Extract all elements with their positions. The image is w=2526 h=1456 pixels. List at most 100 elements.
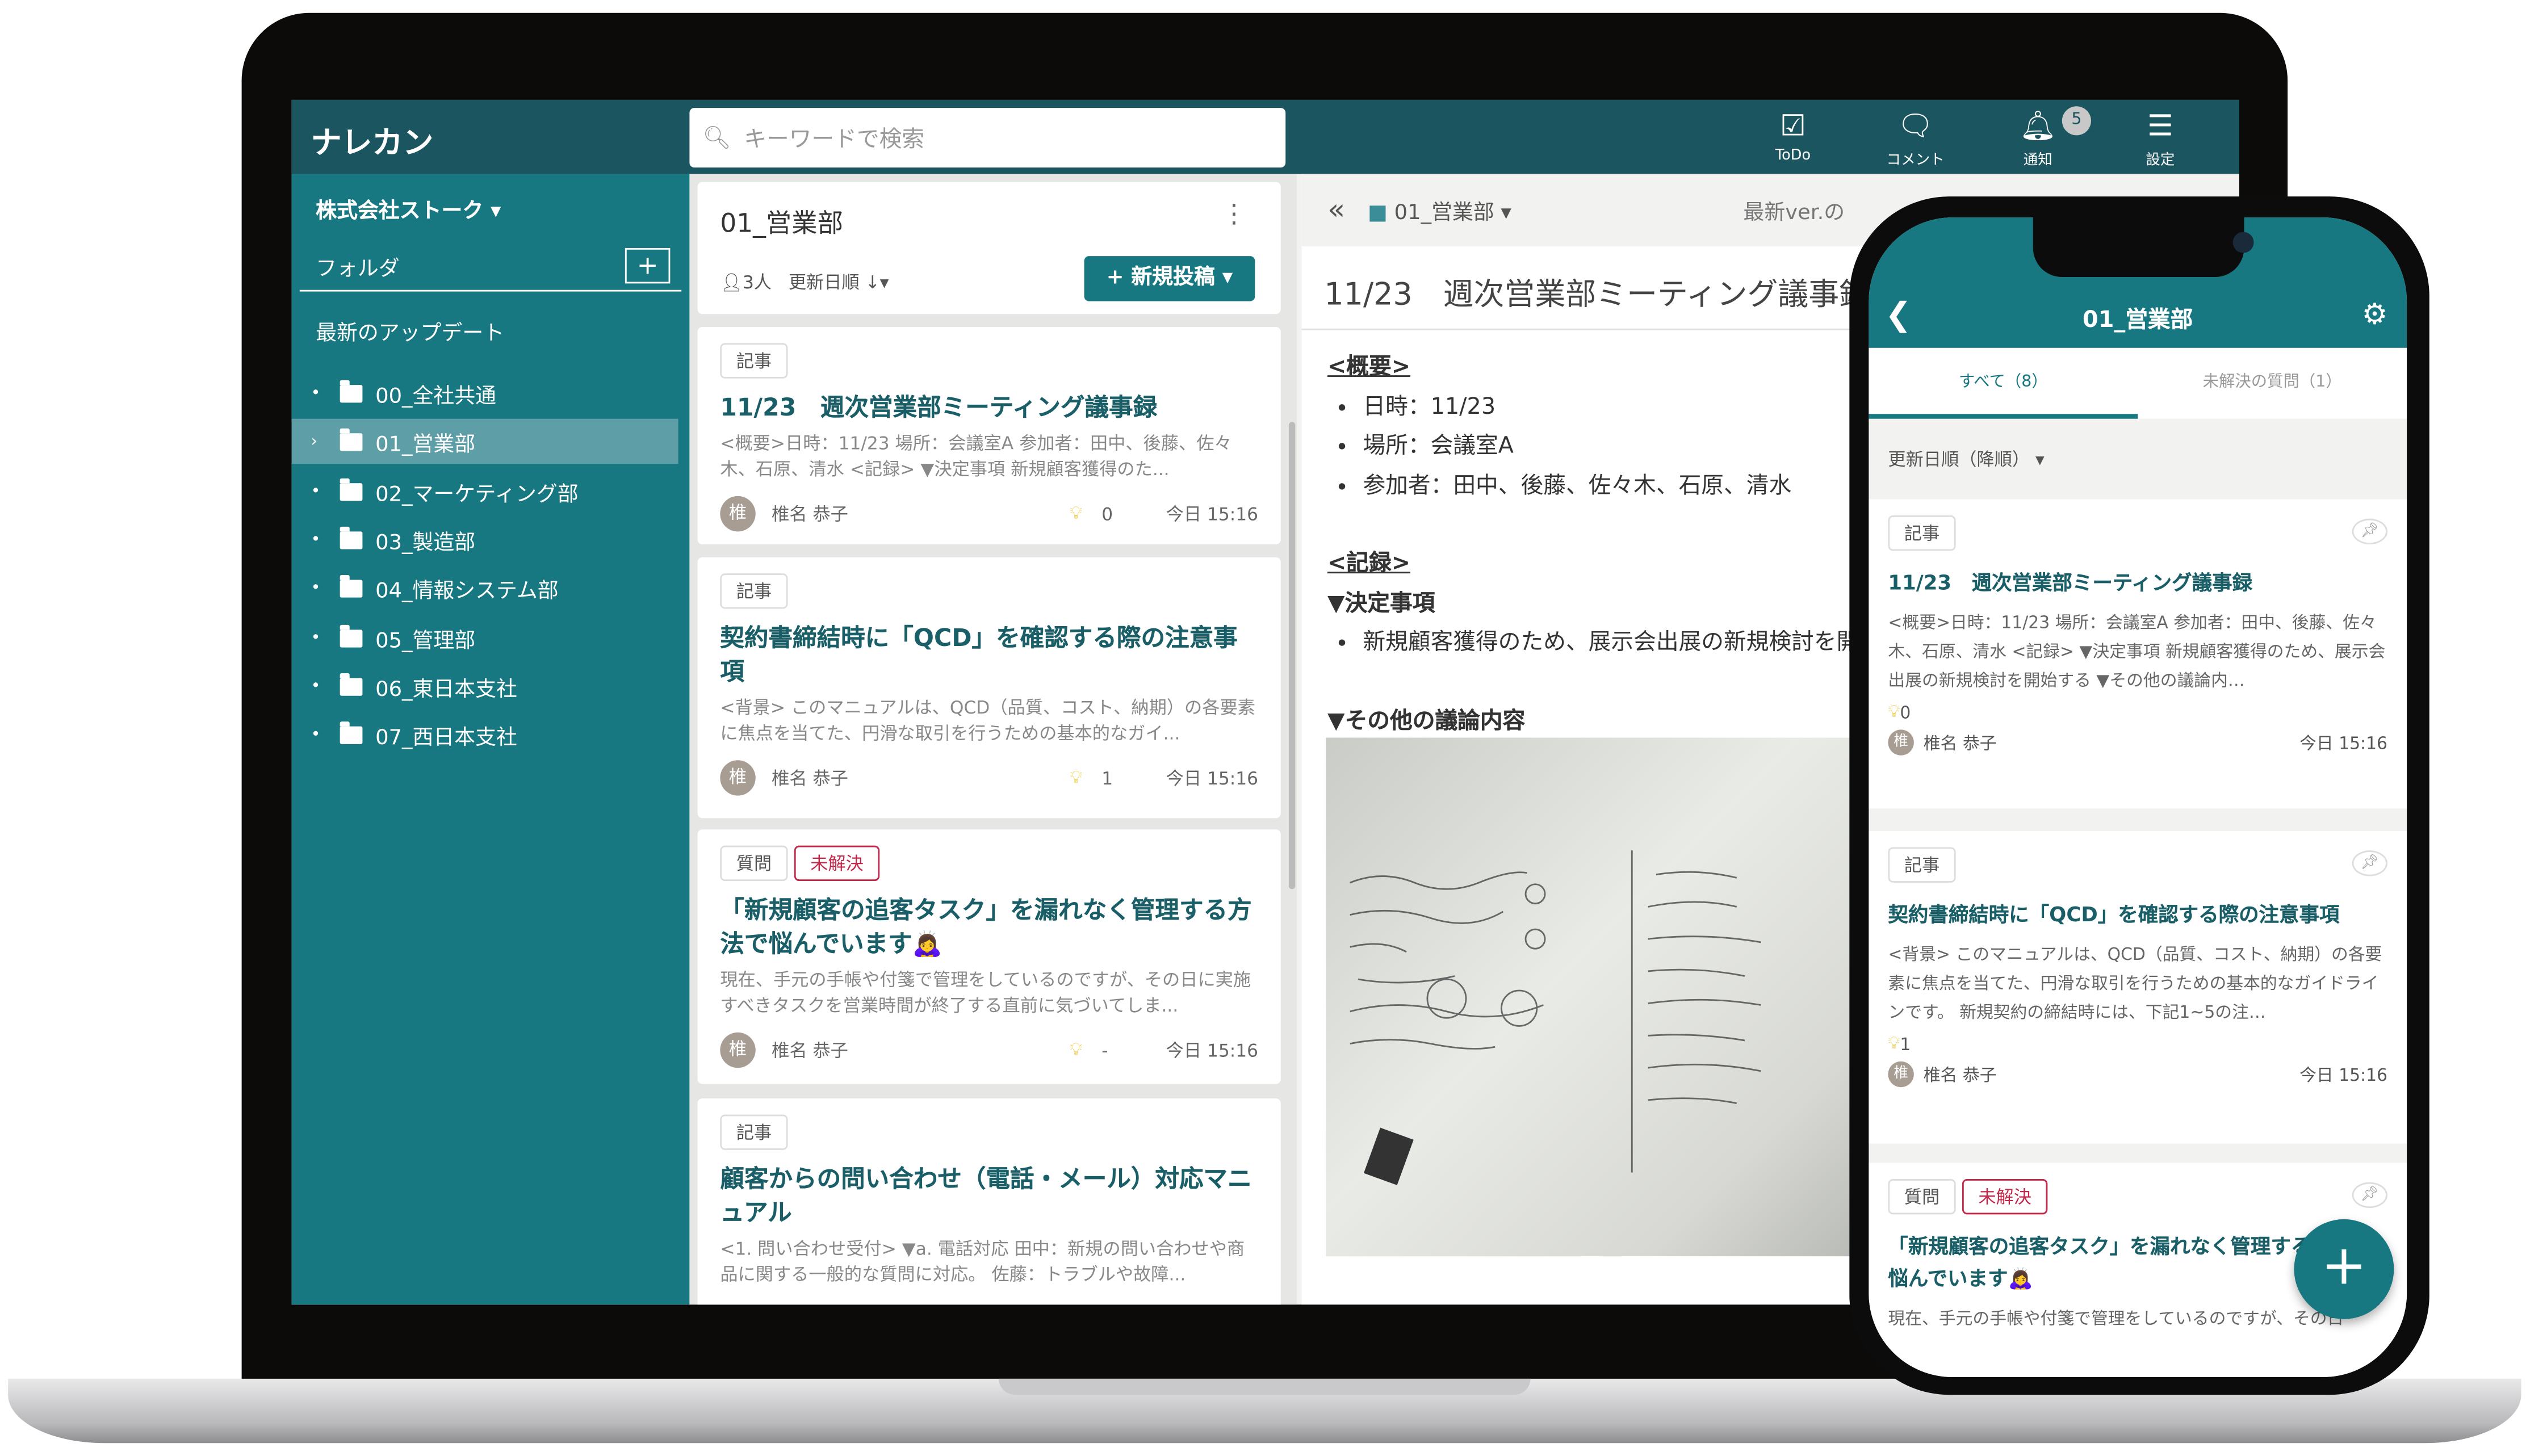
overview-item: 日時：11/23 <box>1363 387 1926 427</box>
settings-label: 設定 <box>2146 153 2175 169</box>
sidebar-folder[interactable]: • 03_製造部 <box>292 517 678 562</box>
sidebar-folder-selected[interactable]: › 01_営業部 <box>291 418 678 464</box>
bullet-icon: • <box>311 530 321 549</box>
sort-dropdown[interactable]: 更新日順（降順） ▾ <box>1888 446 2044 472</box>
comment-button[interactable]: 🗨︎ コメント <box>1867 106 1964 169</box>
more-icon[interactable]: ⋮ <box>1221 198 1247 229</box>
sidebar-folder[interactable]: • 04_情報システム部 <box>292 565 678 610</box>
post-excerpt: <概要>日時：11/23 場所：会議室A 参加者：田中、後藤、佐々木、石原、清水… <box>720 433 1232 480</box>
bullet-icon: • <box>311 384 321 402</box>
folder-label: 07_西日本支社 <box>375 725 517 750</box>
type-tag: 記事 <box>1888 847 1956 883</box>
eraser <box>1363 1127 1414 1185</box>
checkbox-icon: ☑ <box>1780 109 1806 144</box>
folder-title: 01_営業部 <box>720 208 844 238</box>
post-excerpt: <背景> このマニュアルは、QCD（品質、コスト、納期）の各要素に焦点を当てた、… <box>720 697 1255 744</box>
folder-breadcrumb[interactable]: ■ 01_営業部 ▾ <box>1368 195 1511 226</box>
search-icon: 🔍︎ <box>702 124 731 151</box>
todo-button[interactable]: ☑ ToDo <box>1745 106 1841 164</box>
avatar: 椎 <box>1888 729 1914 756</box>
comment-label: コメント <box>1886 153 1945 169</box>
pin-icon[interactable]: 📌︎ <box>2352 850 2388 876</box>
post-excerpt: <1. 問い合わせ受付> ▼a. 電話対応 田中：新規の問い合わせや商品に関する… <box>720 1238 1245 1286</box>
laptop-hinge <box>999 1378 1531 1395</box>
author: 椎名 恭子 <box>772 1040 848 1061</box>
section-heading: <概要> <box>1327 354 1411 380</box>
sidebar-folder[interactable]: • 07_西日本支社 <box>292 712 678 757</box>
new-post-button[interactable]: + 新規投稿 ▾ <box>1084 256 1255 301</box>
lightbulb-icon: 💡︎ <box>1888 1034 1900 1054</box>
todo-label: ToDo <box>1775 148 1811 165</box>
folder-icon <box>340 624 363 647</box>
device-mockup: ナレカン 🔍︎ キーワードで検索 ☑ ToDo 🗨︎ コメント 🔔︎ 通知 5 ☰ 設定… <box>0 0 2526 1456</box>
post-card[interactable]: 質問 未解決 「新規顧客の追客タスク」を漏れなく管理する方法で悩んでいます🙇‍♀️… <box>697 829 1281 1084</box>
tab-all[interactable]: すべて（8） <box>1869 348 2138 419</box>
post-title[interactable]: 契約書締結時に「QCD」を確認する際の注意事項 <box>720 622 1258 689</box>
post-title: 11/23 週次営業部ミーティング議事録 <box>1324 277 1870 313</box>
overview-item: 参加者：田中、後藤、佐々木、石原、清水 <box>1363 466 1926 506</box>
folder-label: 06_東日本支社 <box>375 677 517 702</box>
pin-icon[interactable]: 📌︎ <box>2352 518 2388 545</box>
post-excerpt: 現在、手元の手帳や付箋で管理をしているのですが、その日 <box>1888 1309 2344 1329</box>
divider <box>299 289 682 292</box>
post-title[interactable]: 顧客からの問い合わせ（電話・メール）対応マニュアル <box>720 1163 1258 1231</box>
type-tag: 質問 <box>720 845 788 882</box>
phone-tabs: すべて（8） 未解決の質問（1） <box>1869 347 2407 419</box>
add-post-fab[interactable]: + <box>2294 1219 2394 1319</box>
post-title[interactable]: 11/23 週次営業部ミーティング議事録 <box>1888 567 2387 599</box>
add-folder-button[interactable]: + <box>625 247 671 284</box>
scrollbar[interactable] <box>1288 422 1296 889</box>
bullet-icon: • <box>311 482 321 501</box>
version-label[interactable]: 最新ver.の <box>1744 195 1845 226</box>
author: 椎名 恭子 <box>772 768 848 790</box>
folder-icon <box>340 720 363 744</box>
type-tag: 記事 <box>1888 515 1956 551</box>
lightbulb-icon: 💡︎ <box>1070 1039 1083 1060</box>
sidebar-folder[interactable]: • 02_マーケティング部 <box>292 469 678 514</box>
company-selector[interactable]: 株式会社ストーク ▾ <box>316 193 501 224</box>
unresolved-badge: 未解決 <box>794 845 880 882</box>
sidebar-folder[interactable]: • 00_全社共通 <box>292 371 678 416</box>
post-card[interactable]: 記事 顧客からの問い合わせ（電話・メール）対応マニュアル <1. 問い合わせ受付… <box>697 1098 1281 1305</box>
sidebar-folder[interactable]: • 06_東日本支社 <box>292 664 678 708</box>
post-card[interactable]: 記事 📌︎ 契約書締結時に「QCD」を確認する際の注意事項 <背景> このマニュ… <box>1869 831 2407 1144</box>
breadcrumb-label: 01_営業部 ▾ <box>1394 201 1511 226</box>
sort-dropdown[interactable]: 更新日順 ↓▾ <box>789 272 889 293</box>
app-logo[interactable]: ナレカン <box>311 119 434 163</box>
gear-icon[interactable]: ⚙ <box>2362 298 2388 332</box>
folder-icon <box>340 672 363 695</box>
post-title[interactable]: 「新規顧客の追客タスク」を漏れなく管理する方法で悩んでいます🙇‍♀️ <box>720 894 1258 962</box>
timestamp: 今日 15:16 <box>1166 504 1259 525</box>
lightbulb-icon: 💡︎ <box>1070 766 1083 788</box>
like-count: - <box>1101 1039 1108 1061</box>
whiteboard-writing <box>1350 850 1761 1185</box>
post-title[interactable]: 契約書締結時に「QCD」を確認する際の注意事項 <box>1888 899 2387 931</box>
hamburger-icon: ☰ <box>2147 109 2173 144</box>
folder-icon <box>340 379 363 402</box>
collapse-icon[interactable]: « <box>1327 193 1345 227</box>
post-card[interactable]: 記事 11/23 週次営業部ミーティング議事録 <概要>日時：11/23 場所：… <box>697 326 1281 545</box>
latest-updates-link[interactable]: 最新のアップデート <box>316 316 504 346</box>
type-tag: 記事 <box>720 1114 788 1150</box>
settings-button[interactable]: ☰ 設定 <box>2112 106 2209 169</box>
pin-icon[interactable]: 📌︎ <box>2352 1182 2388 1209</box>
phone-header: ❮ 01_営業部 ⚙ <box>1869 217 2407 348</box>
tab-unresolved[interactable]: 未解決の質問（1） <box>2138 348 2407 419</box>
member-count[interactable]: 3人 <box>743 272 772 293</box>
top-bar: ナレカン 🔍︎ キーワードで検索 ☑ ToDo 🗨︎ コメント 🔔︎ 通知 5 ☰ 設定 <box>291 99 2239 174</box>
post-title[interactable]: 11/23 週次営業部ミーティング議事録 <box>720 391 1258 425</box>
post-card[interactable]: 記事 📌︎ 11/23 週次営業部ミーティング議事録 <概要>日時：11/23 … <box>1869 499 2407 809</box>
search-input[interactable]: 🔍︎ キーワードで検索 <box>689 108 1286 168</box>
search-placeholder: キーワードで検索 <box>744 126 925 153</box>
timestamp: 今日 15:16 <box>1166 1040 1259 1061</box>
post-list-column: 01_営業部 ⋮ 👤︎3人 更新日順 ↓▾ + 新規投稿 ▾ 記事 11/23 … <box>689 174 1297 1305</box>
post-card[interactable]: 記事 契約書締結時に「QCD」を確認する際の注意事項 <背景> このマニュアルは… <box>697 557 1281 819</box>
sidebar-folder[interactable]: • 05_管理部 <box>292 615 678 660</box>
bullet-icon: • <box>311 629 321 647</box>
post-excerpt: <概要>日時：11/23 場所：会議室A 参加者：田中、後藤、佐々木、石原、清水… <box>1888 614 2386 691</box>
avatar: 椎 <box>720 1032 756 1068</box>
avatar: 椎 <box>720 496 756 532</box>
avatar: 椎 <box>1888 1061 1914 1088</box>
type-tag: 記事 <box>720 573 788 609</box>
author: 椎名 恭子 <box>772 504 848 525</box>
